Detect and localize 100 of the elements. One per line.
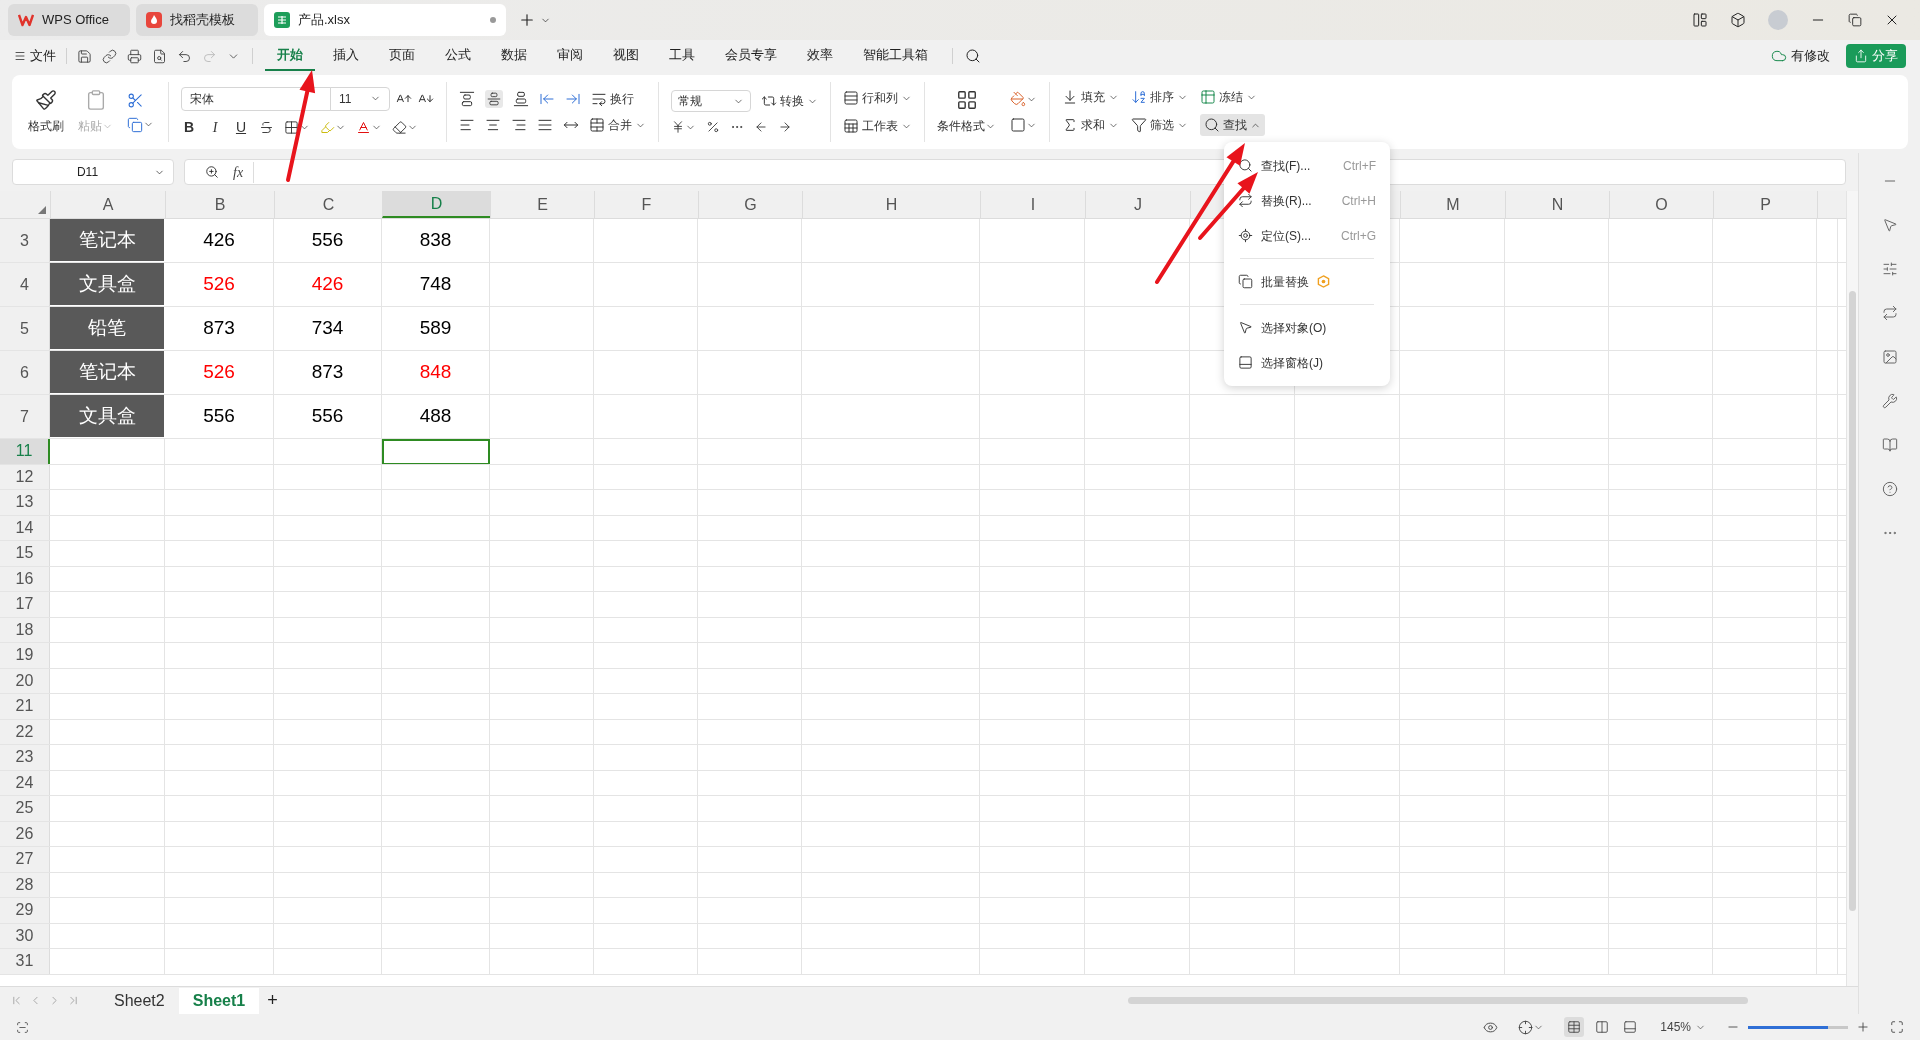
row-header[interactable]: 15 bbox=[0, 541, 50, 566]
convert-button[interactable]: 转换 bbox=[761, 92, 818, 110]
save-icon[interactable] bbox=[77, 48, 92, 64]
merge-button[interactable]: 合并 bbox=[589, 116, 646, 134]
align-bottom-icon[interactable] bbox=[513, 91, 529, 107]
scrollbar-thumb[interactable] bbox=[1849, 291, 1856, 911]
document-tab[interactable]: WPS Office bbox=[8, 4, 130, 36]
column-header[interactable]: M bbox=[1400, 191, 1505, 218]
cube-icon[interactable] bbox=[1730, 12, 1746, 28]
add-sheet-button[interactable]: + bbox=[259, 987, 286, 1014]
column-header[interactable]: E bbox=[490, 191, 594, 218]
font-style-button[interactable]: U bbox=[233, 116, 249, 138]
currency-button[interactable] bbox=[671, 120, 696, 134]
row-header[interactable]: 16 bbox=[0, 566, 50, 591]
row-header[interactable]: 7 bbox=[0, 395, 50, 438]
ribbon-tab[interactable]: 工具 bbox=[657, 41, 707, 71]
column-header[interactable]: N bbox=[1505, 191, 1609, 218]
font-style-button[interactable]: B bbox=[181, 116, 197, 138]
sort-button[interactable]: 排序 bbox=[1131, 88, 1188, 106]
help-icon[interactable] bbox=[1881, 481, 1898, 497]
fullscreen-icon[interactable] bbox=[1890, 1020, 1904, 1034]
row-header[interactable]: 30 bbox=[0, 923, 50, 948]
ribbon-tab[interactable]: 会员专享 bbox=[713, 41, 789, 71]
sum-button[interactable]: 求和 bbox=[1062, 116, 1119, 134]
row-header[interactable]: 18 bbox=[0, 617, 50, 642]
ribbon-tab[interactable]: 插入 bbox=[321, 41, 371, 71]
row-header[interactable]: 20 bbox=[0, 668, 50, 693]
row-header[interactable]: 5 bbox=[0, 307, 50, 350]
document-tab[interactable]: 产品.xlsx bbox=[264, 4, 506, 36]
align-middle-button[interactable] bbox=[485, 90, 503, 108]
search-icon[interactable] bbox=[965, 48, 981, 64]
row-header[interactable]: 19 bbox=[0, 643, 50, 668]
zoom-slider[interactable] bbox=[1748, 1025, 1848, 1029]
locate-button[interactable] bbox=[1518, 1019, 1545, 1035]
number-format-field[interactable]: 常规 bbox=[671, 90, 751, 112]
decrease-decimal-icon[interactable] bbox=[778, 120, 792, 134]
row-header[interactable]: 22 bbox=[0, 719, 50, 744]
row-header[interactable]: 13 bbox=[0, 490, 50, 515]
indent-icon[interactable] bbox=[565, 91, 581, 107]
ribbon-tab[interactable]: 开始 bbox=[265, 41, 315, 71]
fill-button[interactable]: 填充 bbox=[1062, 88, 1119, 106]
freeze-button[interactable]: 冻结 bbox=[1200, 88, 1265, 106]
sheet-tab[interactable]: Sheet1 bbox=[178, 987, 260, 1014]
align-top-icon[interactable] bbox=[459, 91, 475, 107]
column-header[interactable]: I bbox=[980, 191, 1085, 218]
row-header[interactable]: 4 bbox=[0, 263, 50, 306]
column-header[interactable]: O bbox=[1609, 191, 1713, 218]
cloud-status-button[interactable]: 有修改 bbox=[1771, 46, 1830, 66]
conditional-format-button[interactable]: 条件格式 bbox=[937, 89, 996, 135]
link-icon[interactable] bbox=[102, 48, 117, 64]
column-header[interactable]: B bbox=[165, 191, 274, 218]
transform-icon[interactable] bbox=[1881, 305, 1898, 321]
eye-icon[interactable] bbox=[1483, 1019, 1499, 1035]
clear-button[interactable] bbox=[392, 119, 418, 135]
ribbon-tab[interactable]: 数据 bbox=[489, 41, 539, 71]
cell-style-button[interactable] bbox=[1010, 91, 1037, 107]
horizontal-scrollbar[interactable] bbox=[1128, 997, 1748, 1004]
zoom-icon[interactable] bbox=[205, 165, 219, 179]
column-header[interactable]: F bbox=[594, 191, 698, 218]
row-header[interactable]: 3 bbox=[0, 219, 50, 262]
menu-item[interactable]: 批量替换 bbox=[1224, 264, 1390, 299]
sheet-tab[interactable]: Sheet2 bbox=[100, 987, 179, 1014]
column-header[interactable]: D bbox=[382, 191, 490, 218]
ribbon-tab[interactable]: 效率 bbox=[795, 41, 845, 71]
align-center-icon[interactable] bbox=[485, 117, 501, 133]
menu-item[interactable]: 定位(S)... Ctrl+G bbox=[1224, 218, 1390, 253]
copy-button[interactable] bbox=[127, 116, 154, 133]
book-icon[interactable] bbox=[1881, 437, 1898, 453]
print-icon[interactable] bbox=[127, 48, 142, 64]
font-style-button[interactable]: I bbox=[207, 116, 223, 138]
column-header[interactable]: H bbox=[802, 191, 980, 218]
find-button[interactable]: 查找 bbox=[1200, 114, 1265, 136]
menu-item[interactable]: 选择窗格(J) bbox=[1224, 345, 1390, 380]
menu-item[interactable]: 替换(R)... Ctrl+H bbox=[1224, 183, 1390, 218]
zoom-level-button[interactable]: 145% bbox=[1660, 1018, 1706, 1036]
justify-icon[interactable] bbox=[537, 117, 553, 133]
cell-border-button[interactable] bbox=[1010, 117, 1037, 133]
ribbon-tab[interactable]: 页面 bbox=[377, 41, 427, 71]
row-header[interactable]: 26 bbox=[0, 821, 50, 846]
view-mode-button[interactable] bbox=[1564, 1017, 1585, 1037]
layout-icon[interactable] bbox=[1692, 12, 1708, 28]
row-header[interactable]: 29 bbox=[0, 898, 50, 923]
row-header[interactable]: 6 bbox=[0, 351, 50, 394]
format-painter-button[interactable]: 格式刷 bbox=[28, 89, 64, 135]
row-header[interactable]: 27 bbox=[0, 847, 50, 872]
strikethrough-icon[interactable] bbox=[259, 119, 274, 135]
name-box[interactable]: D11 bbox=[12, 159, 174, 185]
increase-decimal-icon[interactable] bbox=[754, 120, 768, 134]
align-left-icon[interactable] bbox=[459, 117, 475, 133]
scan-icon[interactable] bbox=[16, 1020, 29, 1034]
rows-columns-button[interactable]: 行和列 bbox=[843, 89, 912, 107]
row-header[interactable]: 21 bbox=[0, 694, 50, 719]
ribbon-tab[interactable]: 公式 bbox=[433, 41, 483, 71]
wrench-icon[interactable] bbox=[1881, 393, 1898, 409]
outdent-icon[interactable] bbox=[539, 91, 555, 107]
column-header[interactable]: A bbox=[50, 191, 165, 218]
column-header[interactable]: G bbox=[698, 191, 802, 218]
print-preview-icon[interactable] bbox=[152, 48, 167, 64]
align-right-icon[interactable] bbox=[511, 117, 527, 133]
ribbon-tab[interactable]: 审阅 bbox=[545, 41, 595, 71]
